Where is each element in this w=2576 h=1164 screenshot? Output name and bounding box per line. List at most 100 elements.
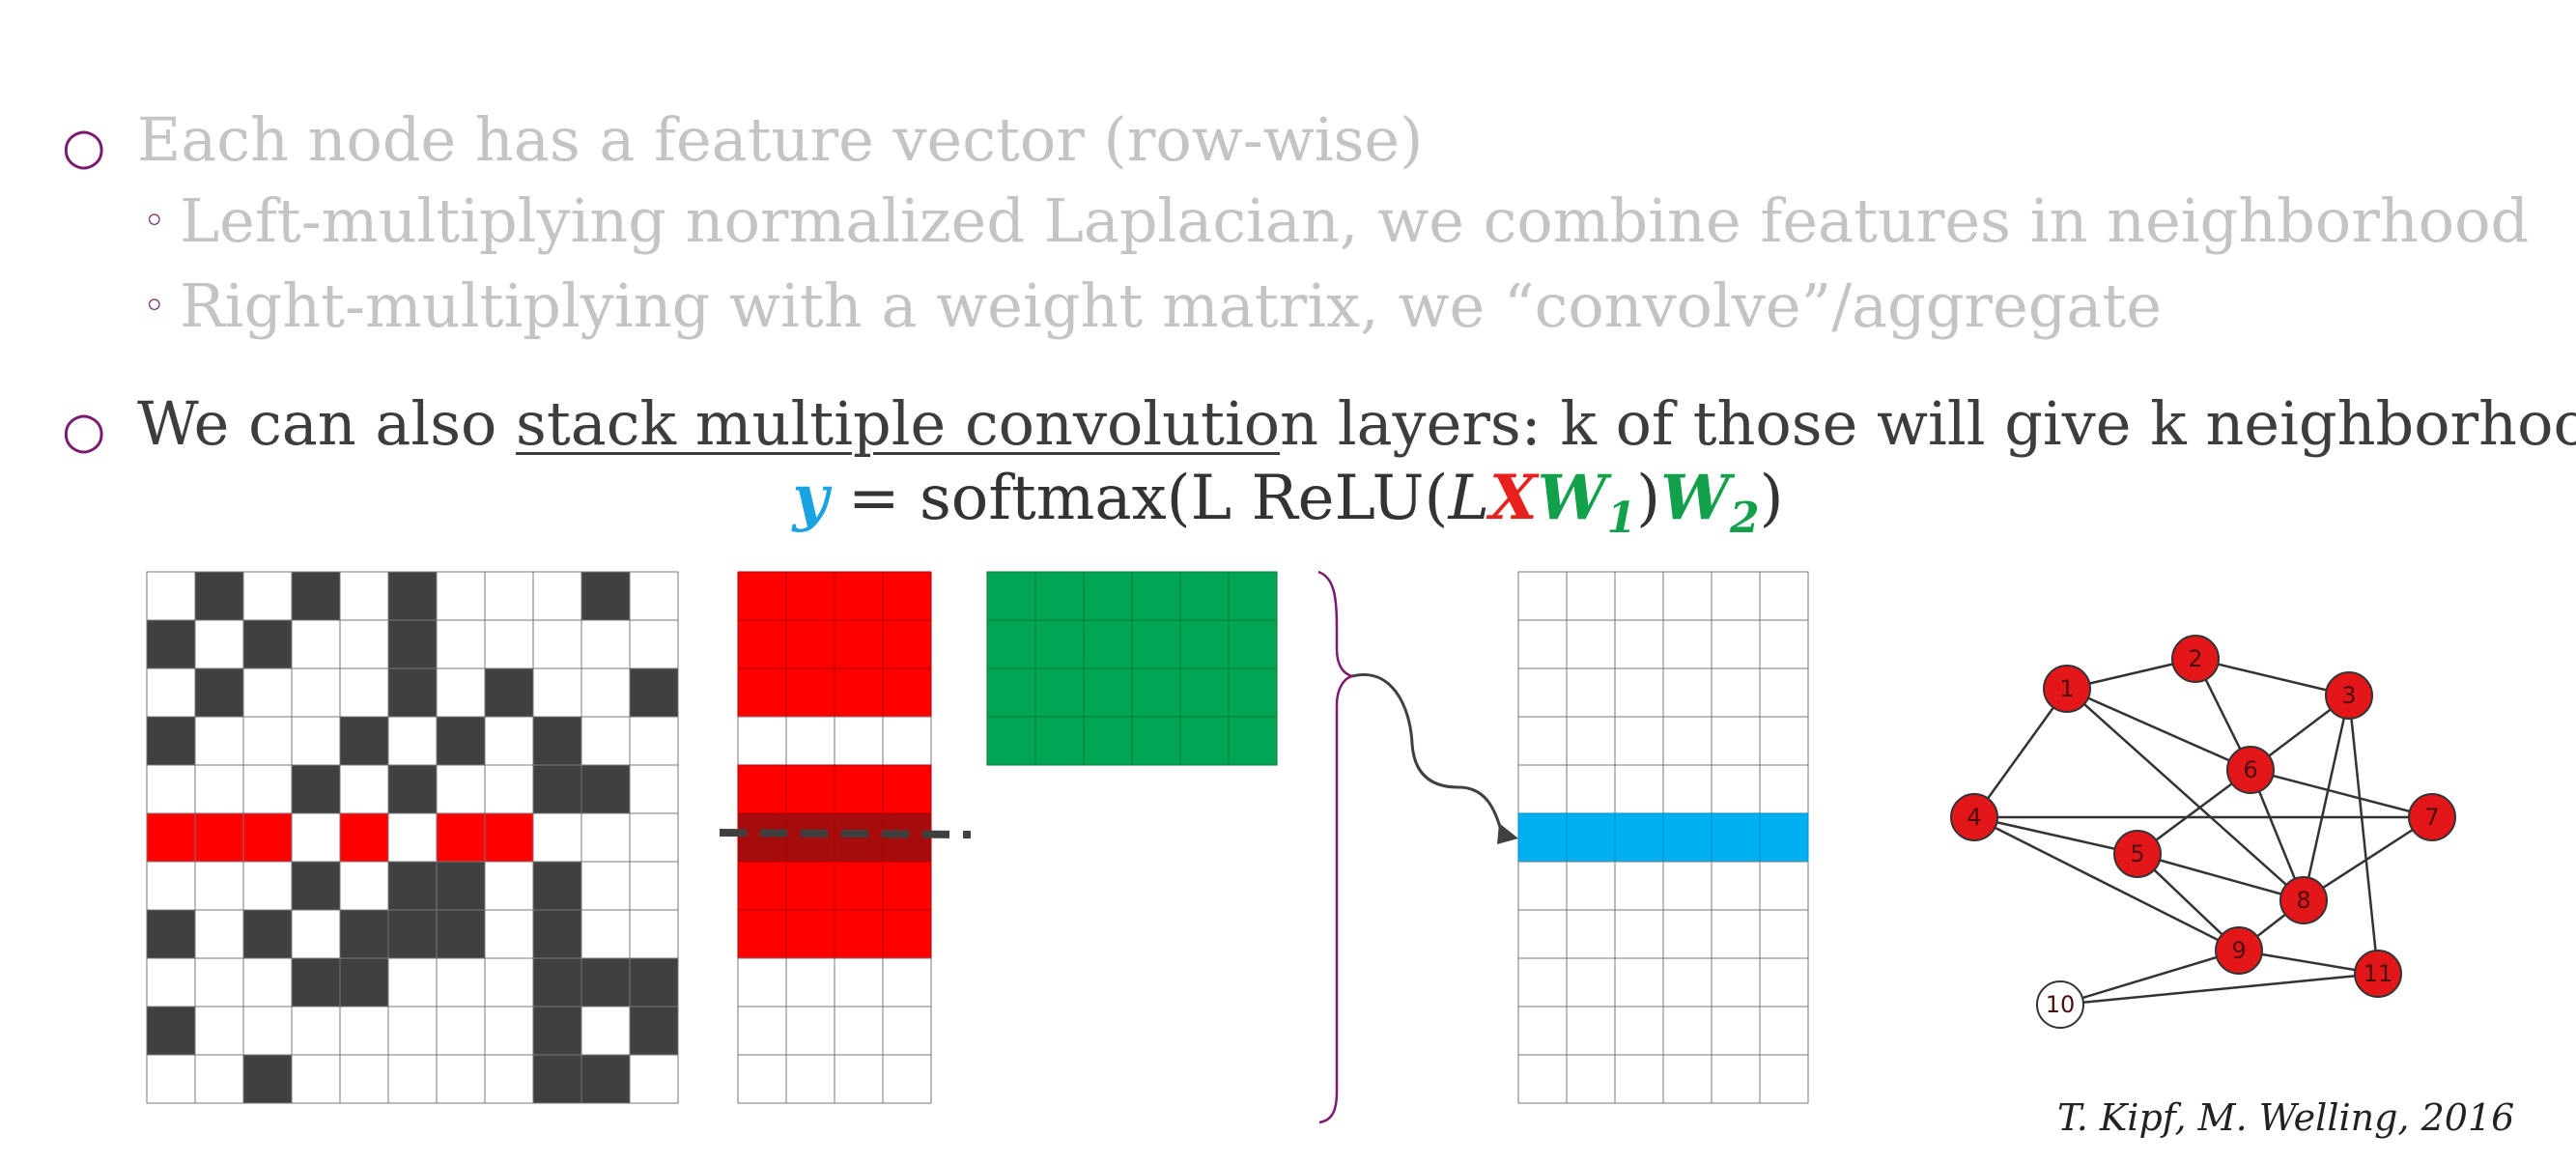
weight-cell <box>986 571 1036 621</box>
laplacian-cell <box>532 764 582 814</box>
graph: 1 2 3 4 5 6 7 8 9 10 11 <box>1950 635 2456 1029</box>
laplacian-cell <box>532 909 582 959</box>
graph-edge <box>2066 688 2305 901</box>
output-cell <box>1711 667 1761 718</box>
laplacian-cell <box>580 619 631 669</box>
laplacian-cell <box>146 1054 196 1104</box>
laplacian-cell <box>387 764 438 814</box>
laplacian-cell <box>629 571 679 621</box>
laplacian-cell <box>194 764 244 814</box>
graph-node-label: 7 <box>2424 804 2439 831</box>
output-cell <box>1759 1006 1809 1056</box>
laplacian-cell <box>580 1006 631 1056</box>
graph-edge <box>2066 687 2251 772</box>
laplacian-cell <box>291 812 341 863</box>
laplacian-cell <box>436 764 486 814</box>
laplacian-cell <box>629 667 679 718</box>
weight-cell <box>986 667 1036 718</box>
output-cell <box>1517 812 1568 863</box>
weight-cell <box>1131 571 1181 621</box>
feature-cell <box>834 716 884 766</box>
output-cell <box>1566 716 1616 766</box>
feature-cell <box>834 764 884 814</box>
output-cell <box>1662 909 1713 959</box>
laplacian-cell <box>291 909 341 959</box>
output-cell <box>1566 812 1616 863</box>
output-cell <box>1711 1006 1761 1056</box>
graph-node-label: 11 <box>2364 960 2393 987</box>
graph-edge <box>1973 815 2138 856</box>
laplacian-cell <box>387 909 438 959</box>
output-cell <box>1711 571 1761 621</box>
feature-cell <box>882 1054 932 1104</box>
feature-cell <box>785 571 835 621</box>
feature-cell <box>882 764 932 814</box>
laplacian-cell <box>242 716 293 766</box>
output-cell <box>1662 861 1713 911</box>
graph-node-label: 10 <box>2046 991 2076 1018</box>
laplacian-cell <box>242 1054 293 1104</box>
laplacian-cell <box>484 1054 534 1104</box>
output-cell <box>1759 667 1809 718</box>
feature-cell <box>882 909 932 959</box>
output-cell <box>1614 909 1664 959</box>
laplacian-cell <box>291 667 341 718</box>
feature-cell <box>882 716 932 766</box>
laplacian-cell <box>242 861 293 911</box>
gcn-diagram: 1 2 3 4 5 6 7 8 9 10 11 <box>146 570 2456 1124</box>
feature-cell <box>785 667 835 718</box>
laplacian-cell <box>629 716 679 766</box>
citation: T. Kipf, M. Welling, 2016 <box>2057 1096 2515 1139</box>
laplacian-cell <box>194 861 244 911</box>
laplacian-cell <box>532 1006 582 1056</box>
output-cell <box>1566 571 1616 621</box>
output-cell <box>1759 571 1809 621</box>
feature-cell <box>834 1006 884 1056</box>
weight-cell <box>1131 667 1181 718</box>
output-cell <box>1614 1054 1664 1104</box>
laplacian-cell <box>339 571 389 621</box>
laplacian-cell <box>146 957 196 1008</box>
laplacian-cell <box>242 571 293 621</box>
weight-cell <box>1034 716 1085 766</box>
laplacian-cell <box>436 812 486 863</box>
feature-cell <box>882 667 932 718</box>
laplacian-cell <box>484 861 534 911</box>
output-cell <box>1517 909 1568 959</box>
laplacian-cell <box>146 861 196 911</box>
laplacian-cell <box>580 571 631 621</box>
laplacian-cell <box>532 571 582 621</box>
feature-cell <box>737 861 787 911</box>
laplacian-cell <box>291 716 341 766</box>
laplacian-cell <box>436 957 486 1008</box>
feature-cell <box>785 1006 835 1056</box>
weight-cell <box>1034 571 1085 621</box>
weight-cell <box>1179 619 1230 669</box>
output-cell <box>1662 1006 1713 1056</box>
feature-cell <box>882 571 932 621</box>
weight-cell <box>1228 571 1278 621</box>
laplacian-cell <box>242 812 293 863</box>
laplacian-cell <box>629 764 679 814</box>
output-cell <box>1759 716 1809 766</box>
laplacian-cell <box>339 957 389 1008</box>
feature-cell <box>785 909 835 959</box>
laplacian-cell <box>194 716 244 766</box>
laplacian-cell <box>629 1054 679 1104</box>
output-cell <box>1759 619 1809 669</box>
output-matrix <box>1517 571 1809 1104</box>
output-cell <box>1517 1006 1568 1056</box>
laplacian-cell <box>339 1054 389 1104</box>
graph-edge <box>2302 695 2351 901</box>
laplacian-cell <box>629 909 679 959</box>
weight-cell <box>1179 667 1230 718</box>
graph-node-label: 2 <box>2188 645 2202 672</box>
laplacian-cell <box>242 957 293 1008</box>
laplacian-cell <box>387 861 438 911</box>
laplacian-cell <box>242 667 293 718</box>
arrow-curve <box>1351 673 1504 834</box>
laplacian-cell <box>532 861 582 911</box>
brace-and-arrow <box>1317 570 1518 1124</box>
output-cell <box>1517 861 1568 911</box>
feature-cell <box>785 716 835 766</box>
